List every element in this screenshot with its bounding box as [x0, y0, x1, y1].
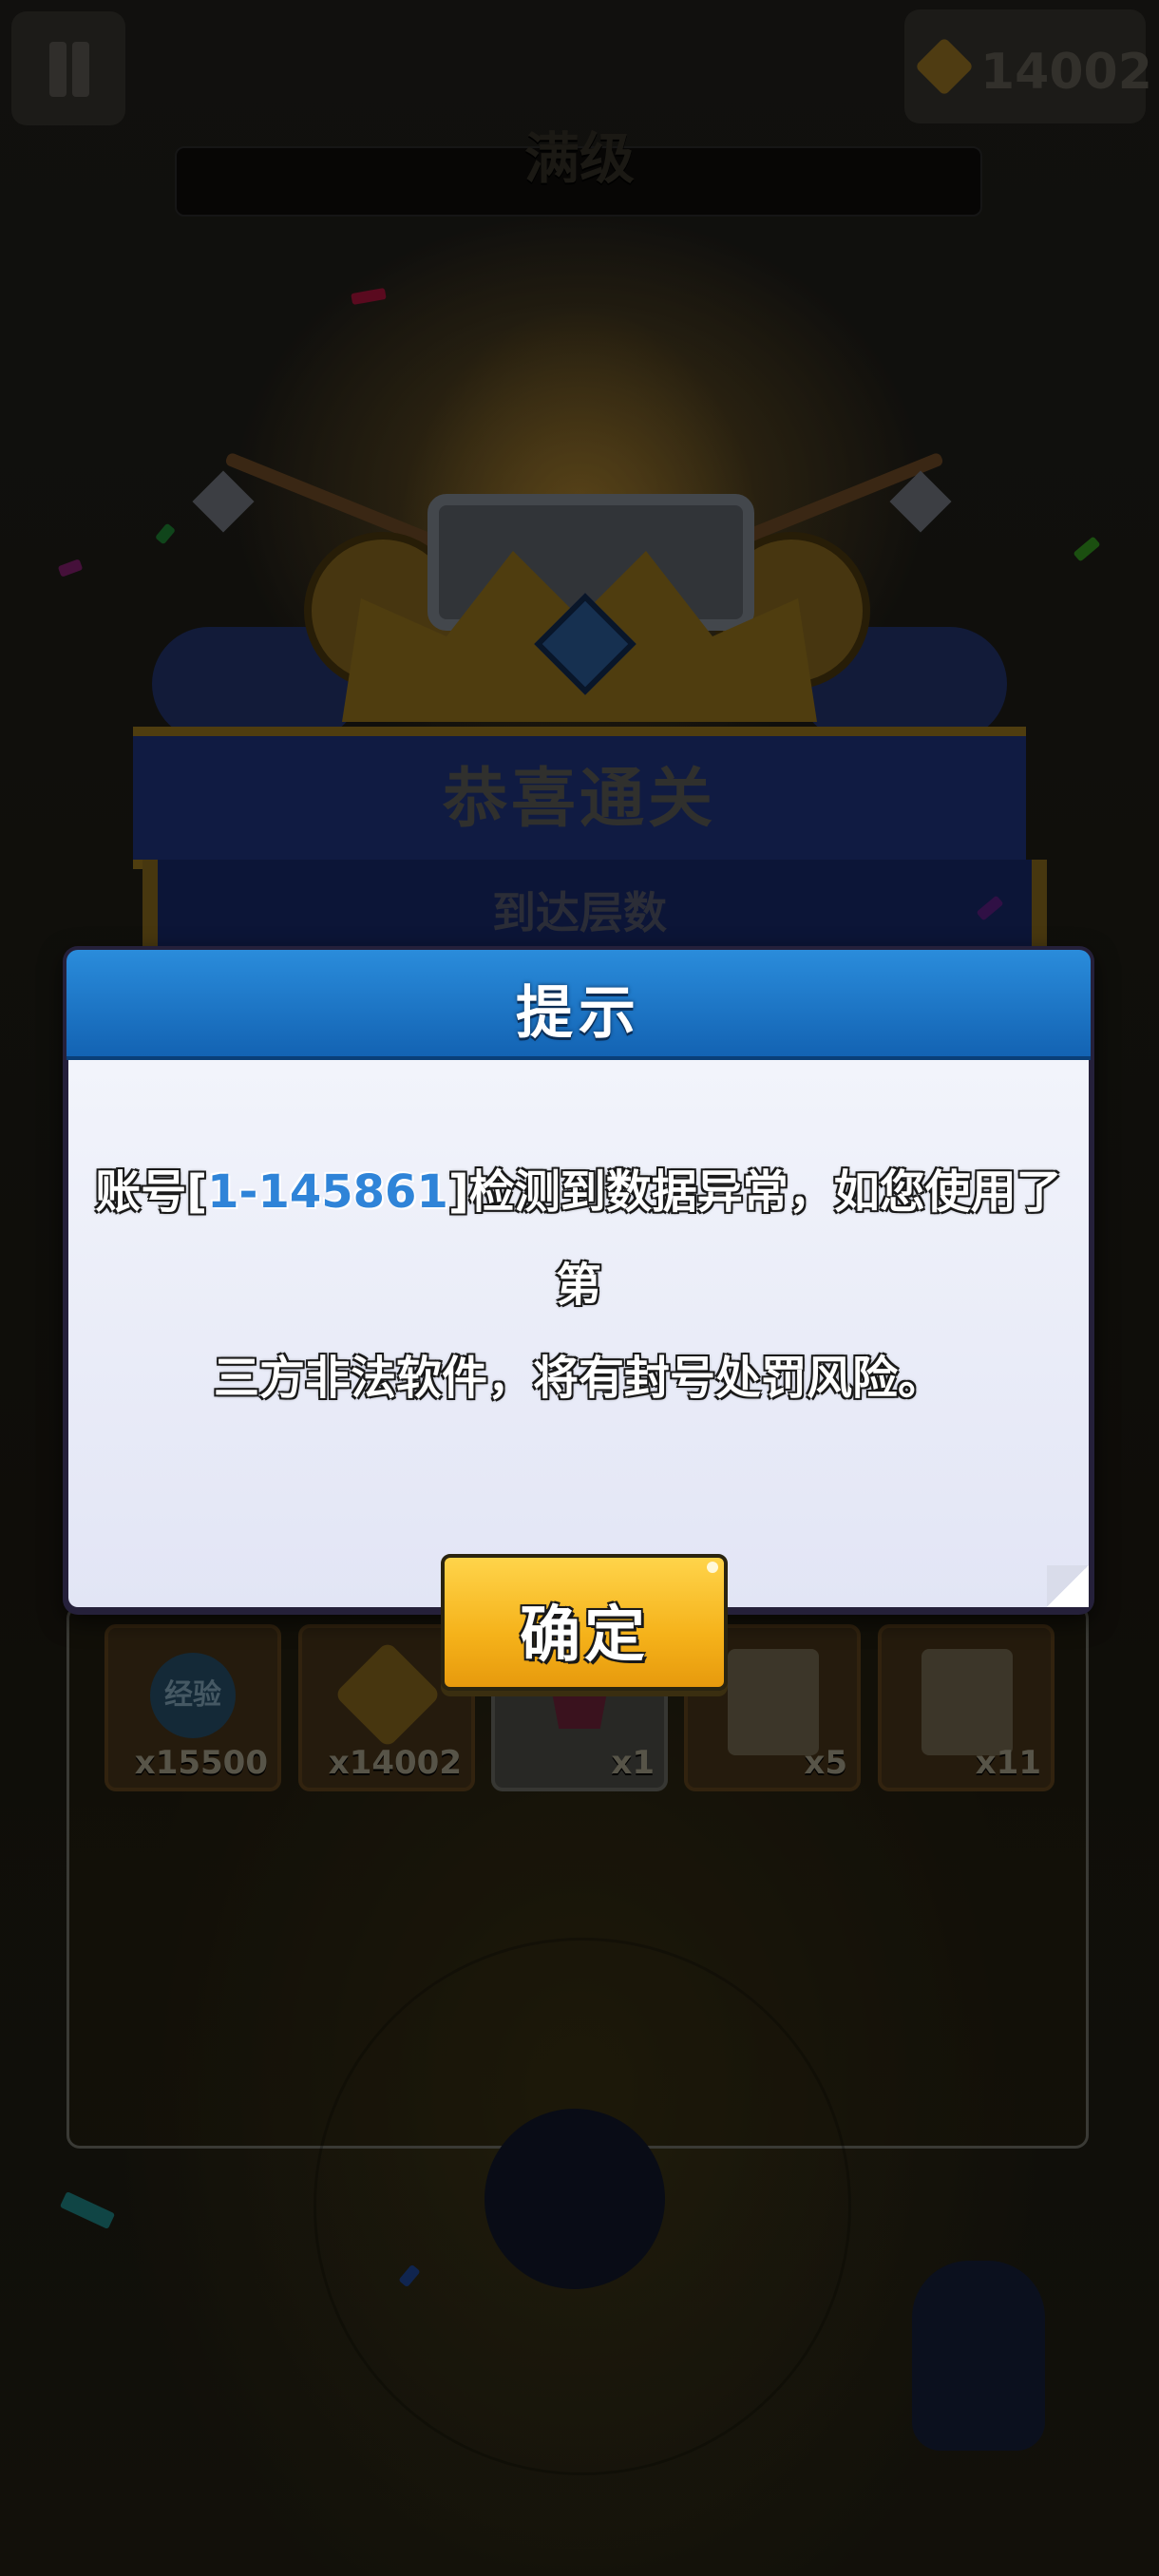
dialog-message: 账号[1-145861]检测到数据异常，如您使用了第 三方非法软件，将有封号处罚…	[95, 1165, 1062, 1405]
dialog-header: 提示	[66, 950, 1091, 1060]
warning-dialog: 提示 账号[1-145861]检测到数据异常，如您使用了第 三方非法软件，将有封…	[63, 946, 1094, 1691]
dialog-title: 提示	[516, 980, 641, 1047]
page-fold-corner	[1047, 1565, 1089, 1607]
confirm-button[interactable]: 确定	[441, 1554, 728, 1691]
dialog-body: 账号[1-145861]检测到数据异常，如您使用了第 三方非法软件，将有封号处罚…	[68, 1060, 1089, 1691]
account-id: 1-145861	[207, 1165, 448, 1219]
confirm-label: 确定	[520, 1601, 649, 1671]
button-shine	[707, 1562, 718, 1573]
